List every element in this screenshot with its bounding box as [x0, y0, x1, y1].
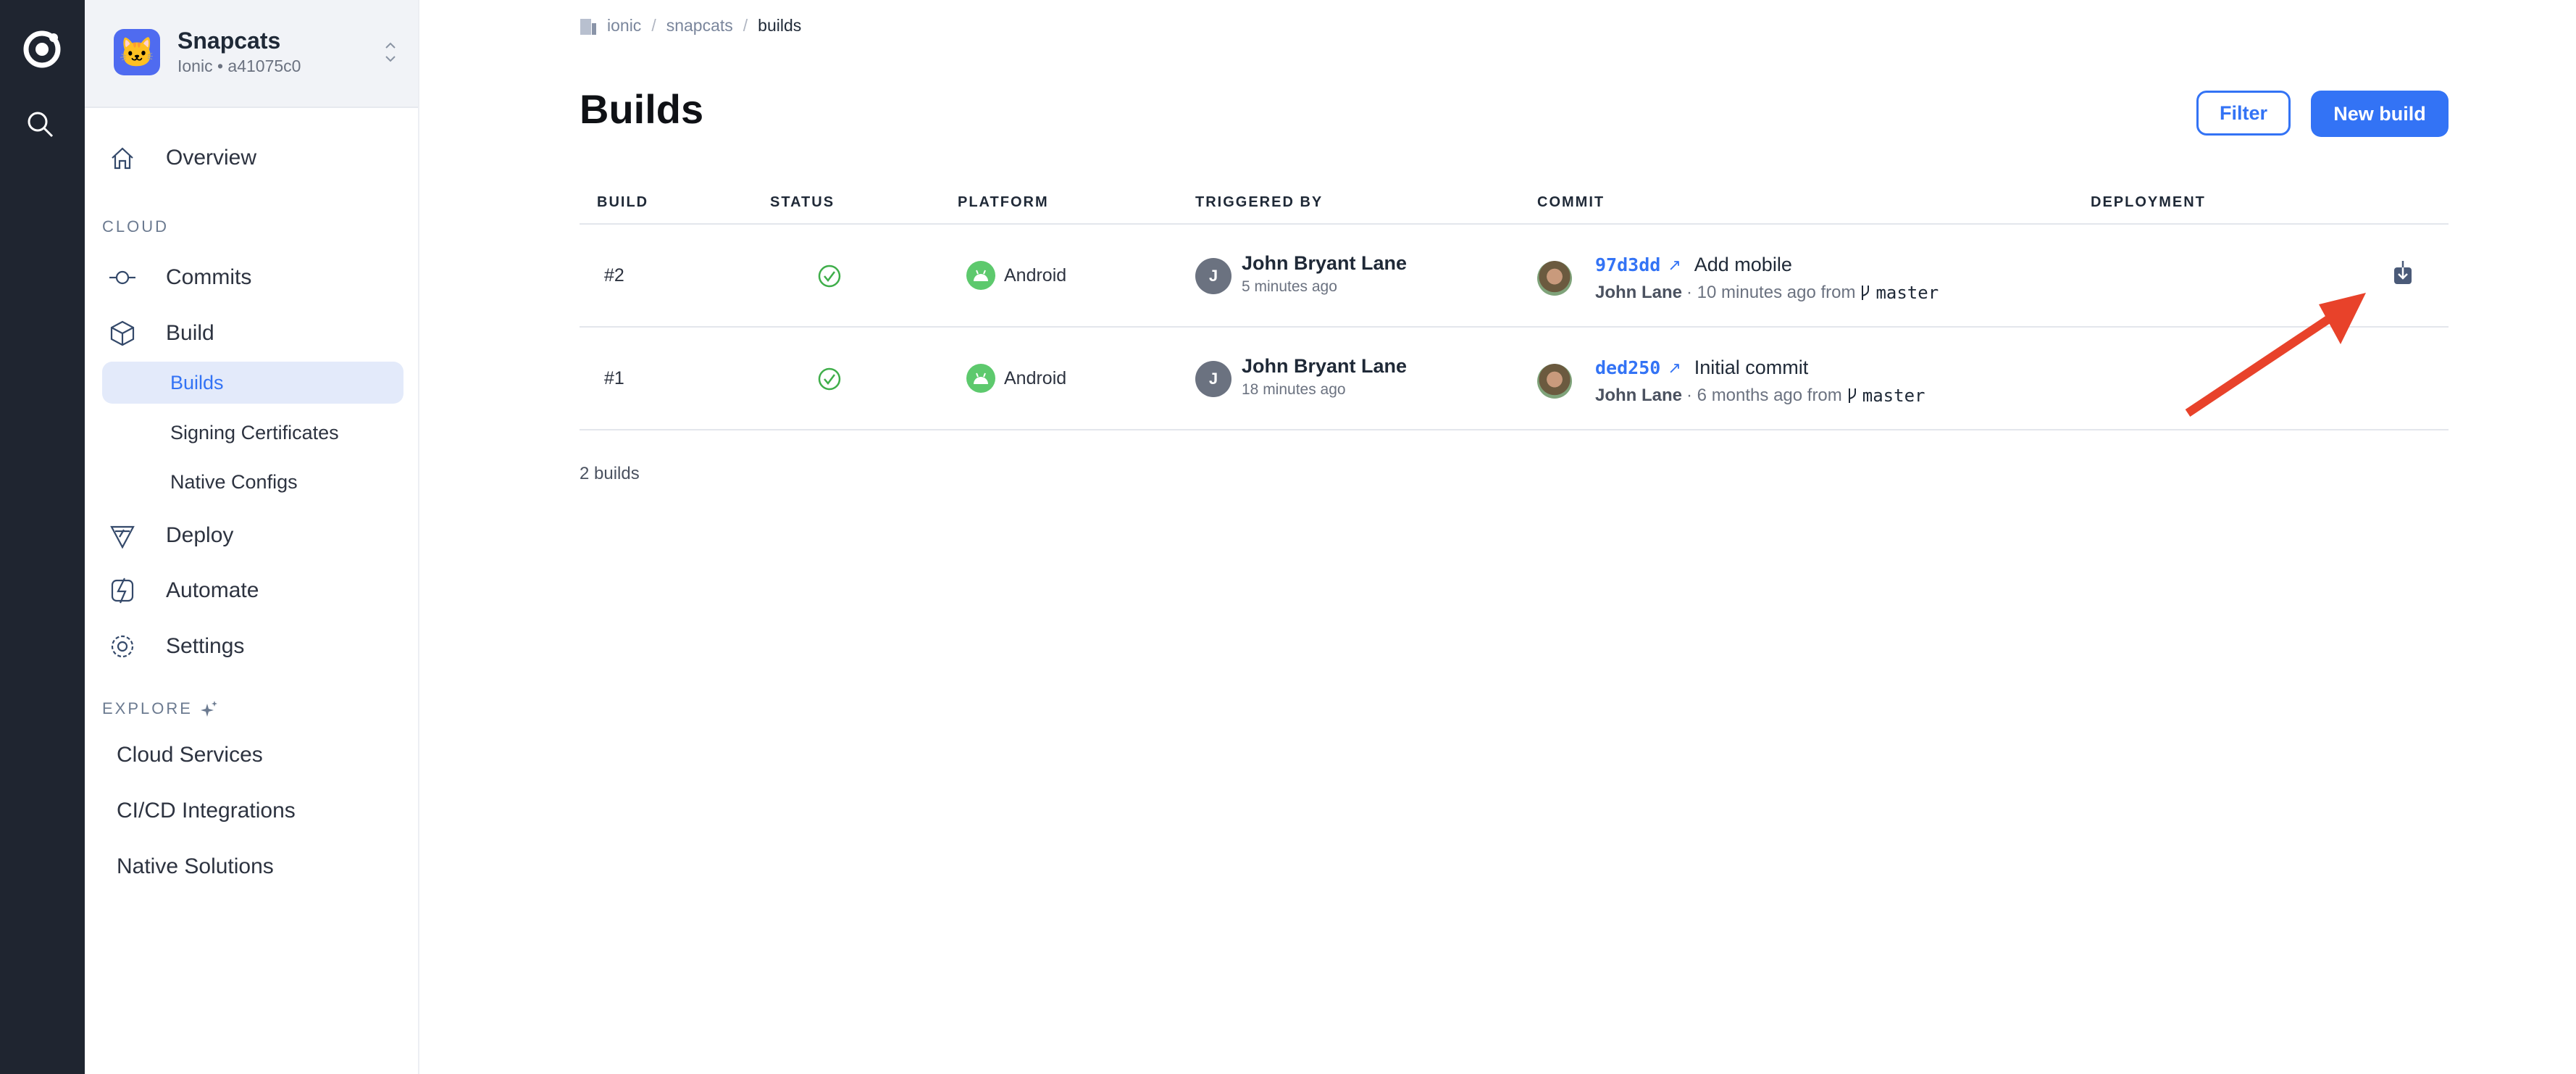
commit-author: John Lane — [1595, 283, 1683, 302]
avatar: J — [1195, 361, 1231, 397]
app-subtitle: Ionic • a41075c0 — [177, 57, 301, 75]
deploy-icon — [110, 525, 135, 549]
app-name: Snapcats — [177, 28, 281, 54]
explore-item-cicd-integrations[interactable]: CI/CD Integrations — [117, 799, 296, 823]
gear-icon — [111, 635, 134, 658]
branch-name: master — [1862, 386, 1925, 406]
cube-icon — [110, 320, 135, 346]
annotation-arrow — [2185, 293, 2366, 417]
sidebar-item-build[interactable]: Build — [85, 309, 418, 357]
platform: Android — [966, 261, 1066, 290]
breadcrumb-app[interactable]: snapcats — [666, 16, 733, 36]
sidebar-subitem-label: Native Configs — [170, 470, 298, 493]
app-switcher[interactable]: 🐱 Snapcats Ionic • a41075c0 — [85, 0, 418, 108]
sidebar-item-overview[interactable]: Overview — [85, 134, 418, 182]
sidebar-subitem-signing-certificates[interactable]: Signing Certificates — [102, 412, 403, 454]
breadcrumb-current: builds — [758, 16, 802, 35]
sidebar-item-deploy[interactable]: Deploy — [85, 512, 418, 559]
success-check-icon — [818, 265, 841, 288]
external-link-icon[interactable]: ↗ — [1668, 359, 1681, 378]
sidebar-item-label: Build — [166, 321, 214, 345]
table-header: BUILD STATUS PLATFORM TRIGGERED BY COMMI… — [580, 190, 2449, 225]
triggered-by-name: John Bryant Lane — [1242, 252, 1408, 274]
filter-button[interactable]: Filter — [2196, 91, 2291, 136]
sidebar: 🐱 Snapcats Ionic • a41075c0 Overview CLO… — [85, 0, 419, 1074]
column-header-platform: PLATFORM — [958, 194, 1049, 210]
sidebar-subitem-label: Signing Certificates — [170, 421, 339, 444]
commit-author: John Lane — [1595, 386, 1683, 405]
commit-hash-link[interactable]: 97d3dd — [1595, 254, 1660, 275]
sidebar-item-automate[interactable]: Automate — [85, 567, 418, 615]
commit-message: Add mobile — [1694, 254, 1792, 275]
sidebar-item-label: Automate — [166, 578, 259, 602]
triggered-time: 18 minutes ago — [1242, 381, 1346, 398]
branch-name: master — [1875, 283, 1939, 303]
commit-meta: · 6 months ago from — [1686, 386, 1842, 405]
build-number[interactable]: #1 — [604, 368, 624, 389]
branch-icon — [1862, 286, 1870, 300]
cat-icon: 🐱 — [114, 29, 160, 75]
column-header-deployment: DEPLOYMENT — [2091, 194, 2206, 210]
app-rail — [0, 0, 85, 1074]
ionic-logo-icon[interactable] — [20, 28, 64, 71]
explore-item-native-solutions[interactable]: Native Solutions — [117, 854, 274, 879]
triggered-by-name: John Bryant Lane — [1242, 355, 1408, 377]
new-build-button[interactable]: New build — [2311, 91, 2449, 137]
build-number[interactable]: #2 — [604, 265, 624, 286]
sidebar-item-label: Overview — [166, 146, 257, 170]
triggered-time: 5 minutes ago — [1242, 278, 1337, 295]
sidebar-item-label: Settings — [166, 634, 245, 658]
search-icon[interactable] — [25, 109, 57, 141]
platform: Android — [966, 364, 1066, 393]
avatar — [1537, 364, 1572, 399]
section-cloud: CLOUD — [102, 217, 170, 236]
sidebar-subitem-native-configs[interactable]: Native Configs — [102, 461, 403, 503]
sidebar-item-label: Deploy — [166, 523, 234, 547]
builds-count: 2 builds — [580, 464, 640, 483]
section-explore: EXPLORE — [102, 699, 219, 718]
platform-label: Android — [1004, 265, 1067, 286]
sidebar-item-settings[interactable]: Settings — [85, 623, 418, 670]
breadcrumb-separator: / — [743, 16, 748, 35]
sparkle-icon — [200, 701, 217, 717]
column-header-commit: COMMIT — [1537, 194, 1605, 210]
lightning-icon — [111, 578, 134, 604]
column-header-triggered-by: TRIGGERED BY — [1195, 194, 1323, 210]
download-icon[interactable] — [2392, 261, 2414, 286]
page-title: Builds — [580, 86, 704, 132]
breadcrumb-separator: / — [651, 16, 656, 35]
sidebar-subitem-builds[interactable]: Builds — [102, 362, 403, 404]
table-row[interactable]: #1 Android J John Bryant Lane 18 minutes… — [580, 328, 2449, 430]
external-link-icon[interactable]: ↗ — [1668, 256, 1681, 275]
explore-item-cloud-services[interactable]: Cloud Services — [117, 743, 263, 767]
chevron-updown-icon[interactable] — [383, 38, 398, 67]
commit-icon — [109, 270, 135, 285]
sidebar-item-label: Commits — [166, 265, 252, 289]
building-icon — [580, 18, 596, 35]
android-icon — [966, 364, 995, 393]
android-icon — [966, 261, 995, 290]
sidebar-subitem-label: Builds — [170, 371, 224, 394]
home-icon — [112, 147, 133, 170]
commit-hash-link[interactable]: ded250 — [1595, 357, 1660, 378]
section-explore-label: EXPLORE — [102, 699, 193, 717]
avatar — [1537, 261, 1572, 296]
success-check-icon — [818, 367, 841, 391]
breadcrumb: ionic / snapcats / builds — [580, 16, 801, 36]
commit-message: Initial commit — [1694, 357, 1809, 378]
column-header-build: BUILD — [597, 194, 649, 210]
breadcrumb-org[interactable]: ionic — [607, 16, 641, 36]
avatar: J — [1195, 258, 1231, 294]
commit-meta: · 10 minutes ago from — [1686, 283, 1856, 302]
sidebar-item-commits[interactable]: Commits — [85, 254, 418, 301]
table-row[interactable]: #2 Android J John Bryant Lane 5 minutes … — [580, 225, 2449, 328]
column-header-status: STATUS — [770, 194, 835, 210]
branch-icon — [1848, 388, 1856, 403]
platform-label: Android — [1004, 367, 1067, 388]
